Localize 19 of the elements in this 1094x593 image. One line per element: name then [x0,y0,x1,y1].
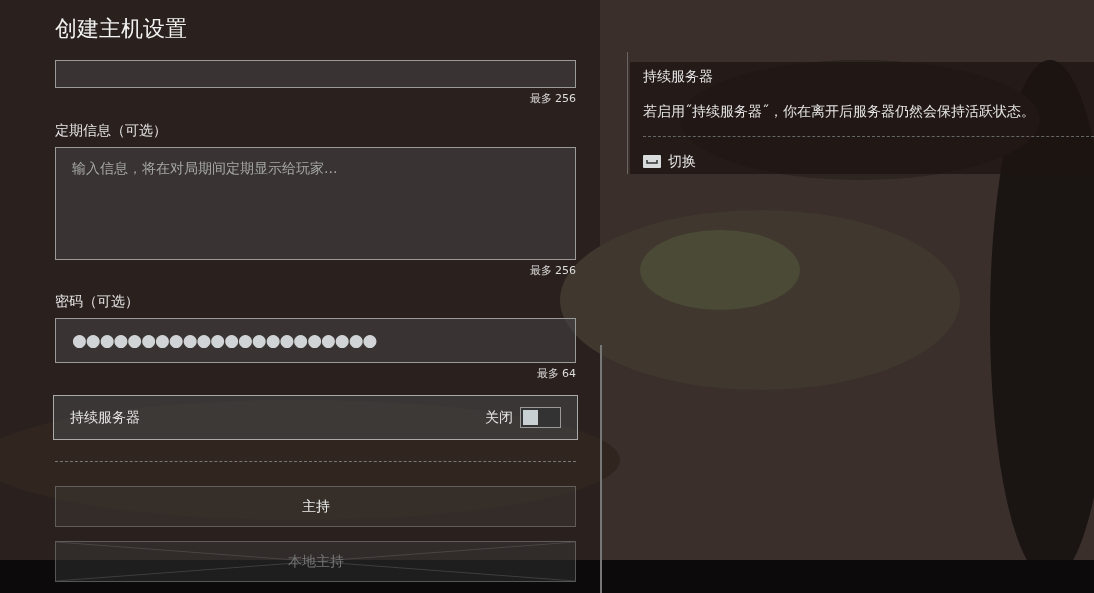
spacebar-key-icon [643,155,661,168]
host-button[interactable]: 主持 [55,485,576,527]
text-field[interactable] [55,60,576,88]
scrollbar[interactable] [600,345,602,593]
field-label: 密码（可选） [55,292,139,311]
field-label: 定期信息（可选） [55,120,167,140]
toggle-row[interactable]: 持续服务器 关闭 [53,394,578,440]
toggle-state: 关闭 [485,407,513,427]
message-field[interactable]: 输入信息，将在对局期间定期显示给玩家... [55,146,576,260]
toggle-action[interactable]: 切换 [668,151,696,172]
panel-title: 持续服务器 [643,67,714,86]
panel-description: 若启用˝持续服务器˝，你在离开后服务器仍然会保持活跃状态。 [643,102,1036,121]
toggle-switch[interactable] [520,406,561,428]
character-limit: 最多 256 [528,91,576,107]
page-title: 创建主机设置 [55,15,188,43]
character-limit: 最多 256 [528,262,576,279]
toggle-label: 持续服务器 [70,407,141,427]
password-field[interactable]: ●●●●●●●●●●●●●●●●●●●●●● [55,318,576,363]
character-limit: 最多 64 [535,366,576,382]
